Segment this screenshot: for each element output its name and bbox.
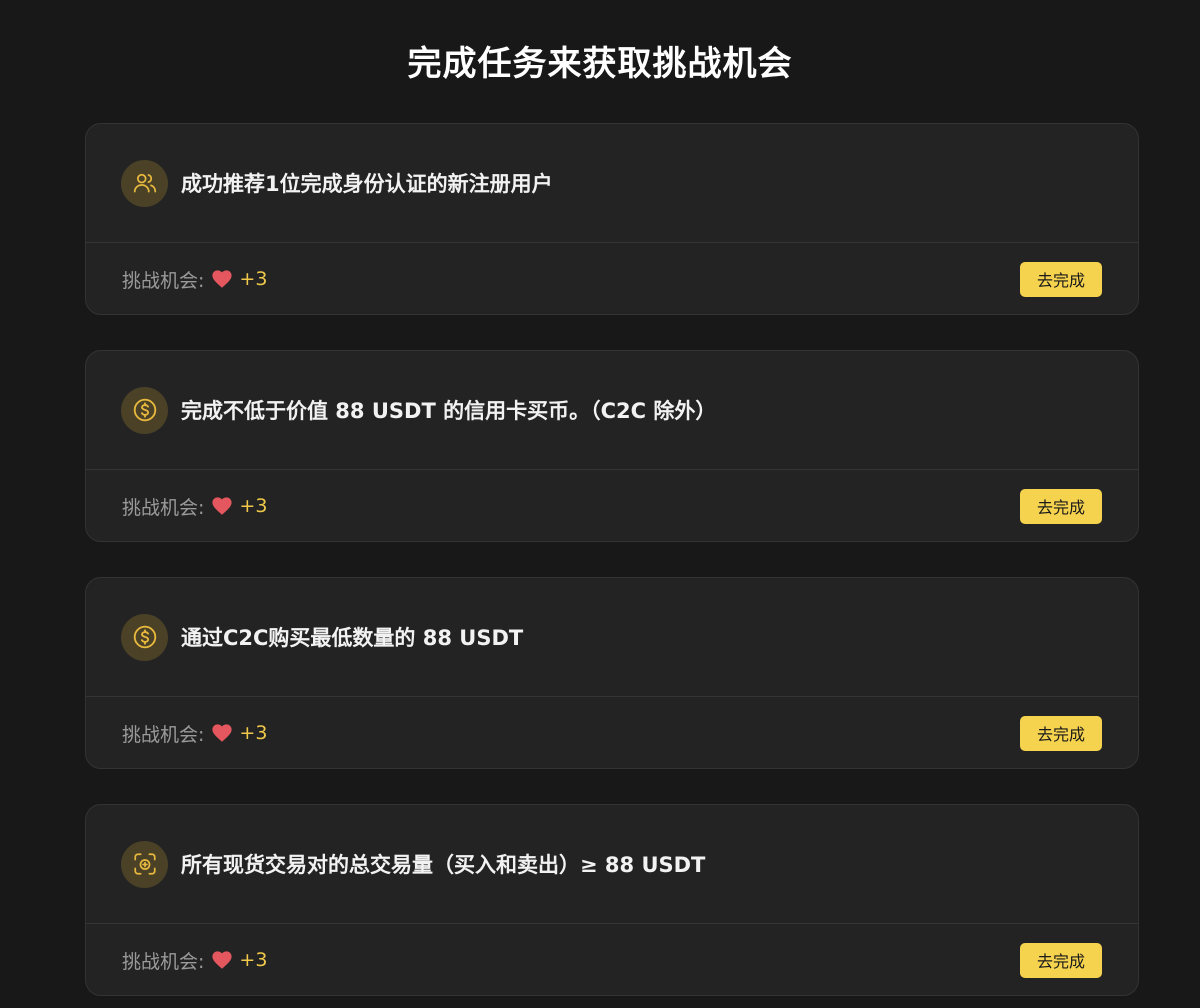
reward-value: +3 (239, 268, 268, 290)
page-title: 完成任务来获取挑战机会 (407, 44, 793, 84)
reward-label: 挑战机会: (122, 723, 205, 746)
go-complete-button[interactable]: 去完成 (1020, 488, 1102, 524)
reward-info: 挑战机会: +3 (122, 720, 267, 747)
go-complete-button[interactable]: 去完成 (1020, 715, 1102, 751)
task-title: 完成不低于价值 88 USDT 的信用卡买币。（C2C 除外） (181, 399, 717, 423)
task-page: 完成任务来获取挑战机会 成功推荐1位完成身份认证的新注册用户 挑战机会: +3 … (0, 0, 1200, 1008)
dollar-coin-icon (121, 613, 168, 661)
task-header: 通过C2C购买最低数量的 88 USDT (86, 578, 1138, 697)
task-footer: 挑战机会: +3 去完成 (86, 697, 1138, 768)
users-icon (121, 159, 168, 207)
task-card: 所有现货交易对的总交易量（买入和卖出）≥ 88 USDT 挑战机会: +3 去完… (85, 804, 1139, 996)
go-complete-button[interactable]: 去完成 (1020, 942, 1102, 978)
go-complete-button[interactable]: 去完成 (1020, 261, 1102, 297)
reward-value: +3 (239, 722, 268, 744)
task-header: 完成不低于价值 88 USDT 的信用卡买币。（C2C 除外） (86, 351, 1138, 470)
heart-icon (212, 497, 233, 515)
reward-label: 挑战机会: (122, 950, 205, 973)
task-card: 成功推荐1位完成身份认证的新注册用户 挑战机会: +3 去完成 (85, 123, 1139, 315)
reward-label: 挑战机会: (122, 496, 205, 519)
dollar-coin-icon (121, 386, 168, 434)
task-list: 成功推荐1位完成身份认证的新注册用户 挑战机会: +3 去完成 完成不低于价值 … (85, 123, 1139, 1008)
task-title: 通过C2C购买最低数量的 88 USDT (181, 626, 524, 650)
spot-trade-icon (121, 840, 168, 888)
reward-value: +3 (239, 949, 268, 971)
heart-icon (212, 270, 233, 288)
reward-info: 挑战机会: +3 (122, 266, 267, 293)
task-title: 所有现货交易对的总交易量（买入和卖出）≥ 88 USDT (181, 853, 706, 877)
reward-info: 挑战机会: +3 (122, 493, 267, 520)
heart-icon (212, 951, 233, 969)
reward-value: +3 (239, 495, 268, 517)
task-footer: 挑战机会: +3 去完成 (86, 924, 1138, 995)
reward-info: 挑战机会: +3 (122, 947, 267, 974)
task-card: 通过C2C购买最低数量的 88 USDT 挑战机会: +3 去完成 (85, 577, 1139, 769)
heart-icon (212, 724, 233, 742)
task-footer: 挑战机会: +3 去完成 (86, 243, 1138, 314)
task-title: 成功推荐1位完成身份认证的新注册用户 (181, 172, 553, 196)
task-header: 所有现货交易对的总交易量（买入和卖出）≥ 88 USDT (86, 805, 1138, 924)
reward-label: 挑战机会: (122, 269, 205, 292)
task-header: 成功推荐1位完成身份认证的新注册用户 (86, 124, 1138, 243)
task-footer: 挑战机会: +3 去完成 (86, 470, 1138, 541)
task-card: 完成不低于价值 88 USDT 的信用卡买币。（C2C 除外） 挑战机会: +3… (85, 350, 1139, 542)
